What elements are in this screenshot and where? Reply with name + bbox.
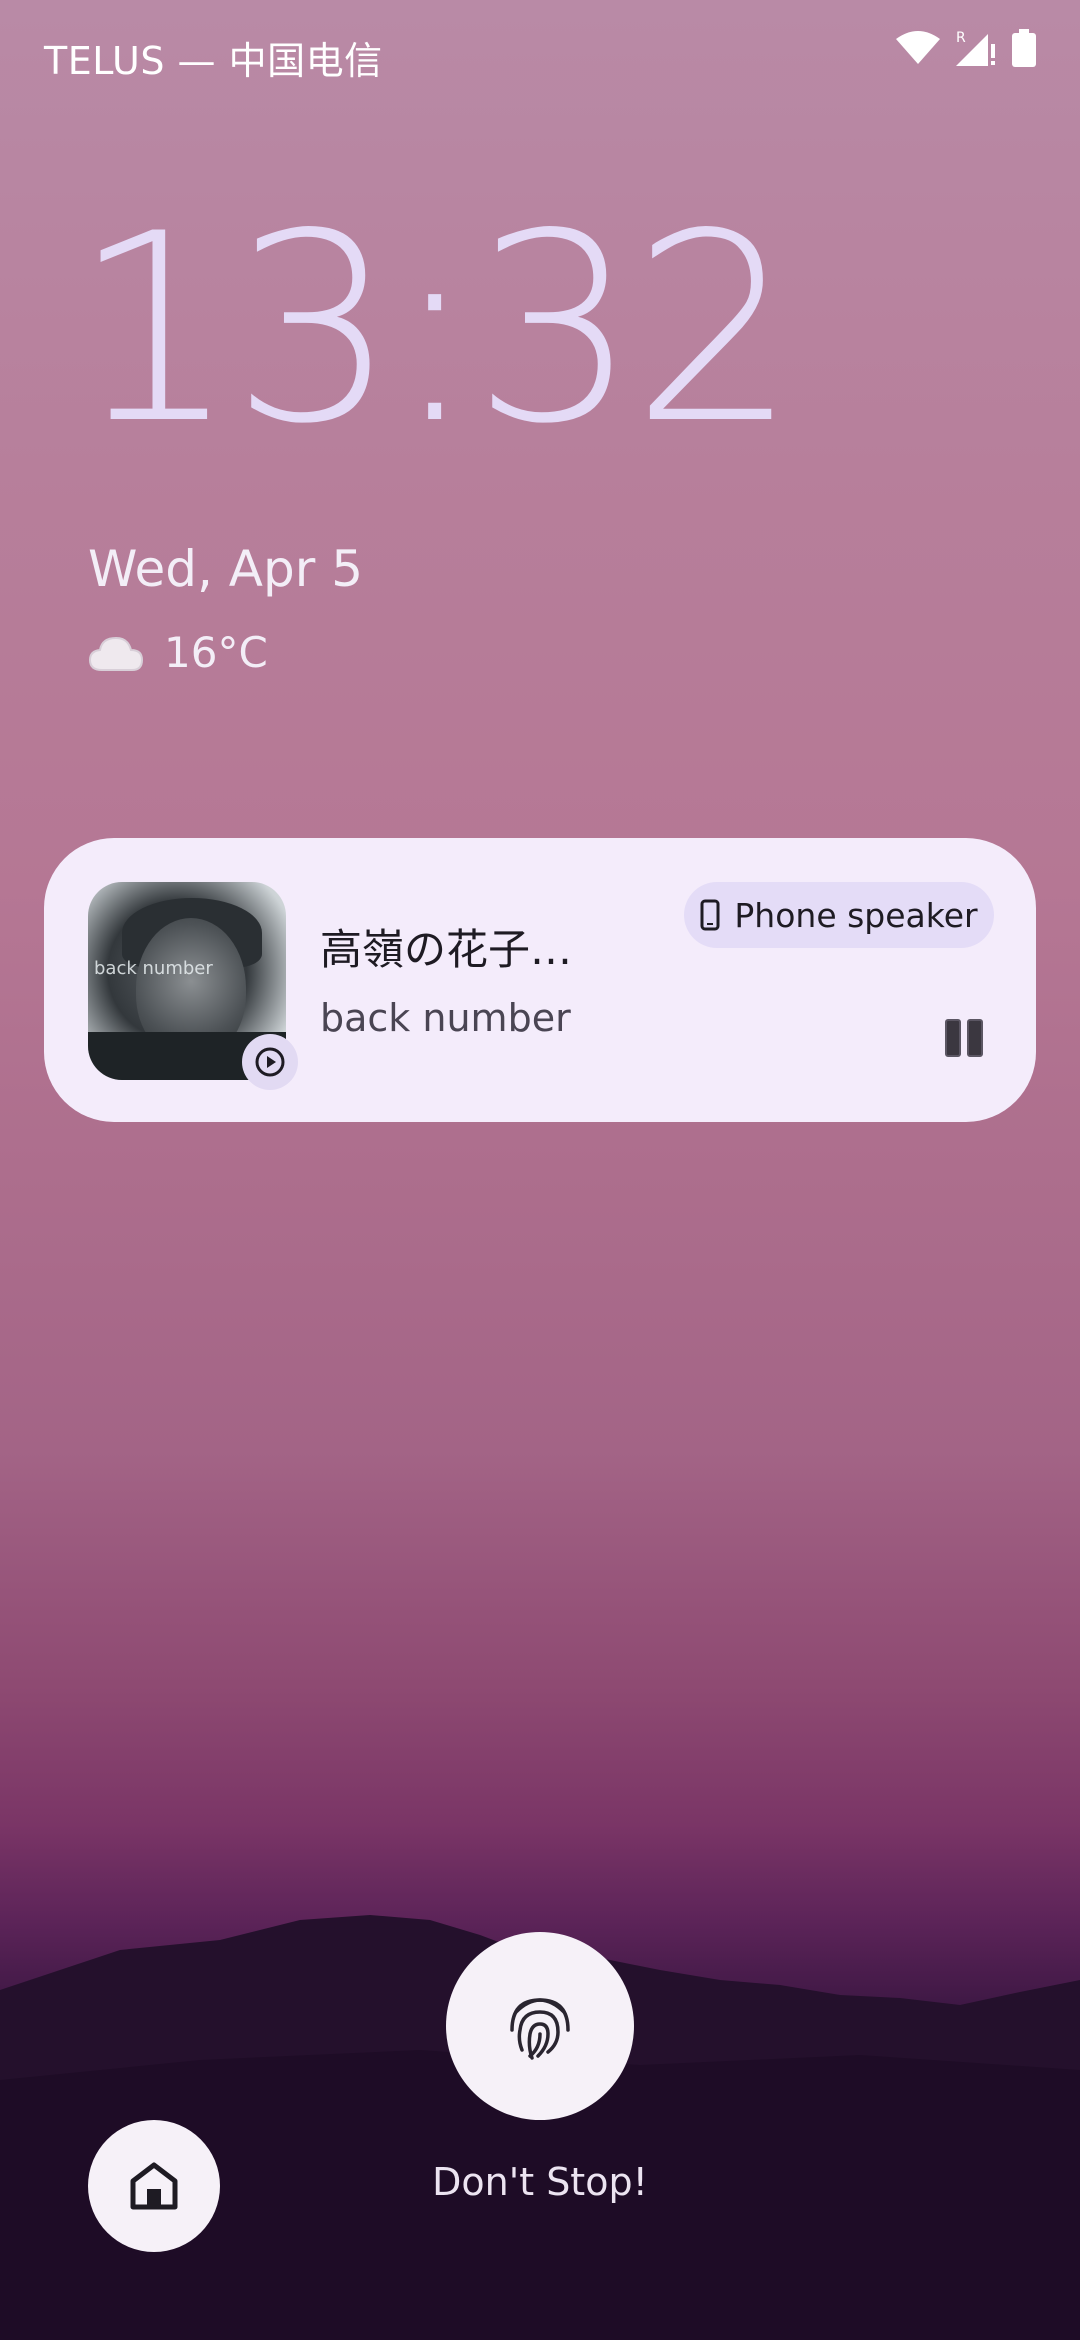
- album-art-text: back number: [94, 958, 213, 979]
- weather-temperature: 16°C: [164, 628, 268, 677]
- carrier-label: TELUS — 中国电信: [44, 39, 383, 83]
- phone-icon: [700, 899, 720, 931]
- pause-icon: [945, 1019, 983, 1057]
- app-play-badge: [242, 1034, 298, 1090]
- lockscreen-clock: 13:32: [72, 179, 797, 481]
- song-title: 高嶺の花子…: [320, 925, 573, 974]
- home-controls-button[interactable]: [88, 2120, 220, 2252]
- pause-button[interactable]: [934, 1008, 994, 1068]
- lockscreen-date: Wed, Apr 5: [88, 540, 363, 598]
- signal-roaming-icon: R: [956, 30, 995, 66]
- fingerprint-icon: [510, 1998, 570, 2060]
- status-icons: R: [896, 28, 1036, 68]
- play-circle-icon: [255, 1047, 285, 1077]
- output-device-label: Phone speaker: [734, 895, 978, 935]
- media-player-card[interactable]: back number 高嶺の花子… back number Phone spe…: [44, 838, 1036, 1122]
- weather-widget[interactable]: 16°C: [88, 628, 268, 677]
- battery-icon: [1012, 29, 1036, 67]
- roaming-label: R: [956, 30, 966, 46]
- home-icon: [130, 2162, 178, 2210]
- cloud-icon: [88, 636, 144, 671]
- wifi-icon: [896, 31, 940, 64]
- output-device-chip[interactable]: Phone speaker: [684, 882, 994, 948]
- status-bar: TELUS — 中国电信 R: [0, 0, 1080, 110]
- fingerprint-button[interactable]: [446, 1932, 634, 2120]
- artist-name: back number: [320, 996, 571, 1040]
